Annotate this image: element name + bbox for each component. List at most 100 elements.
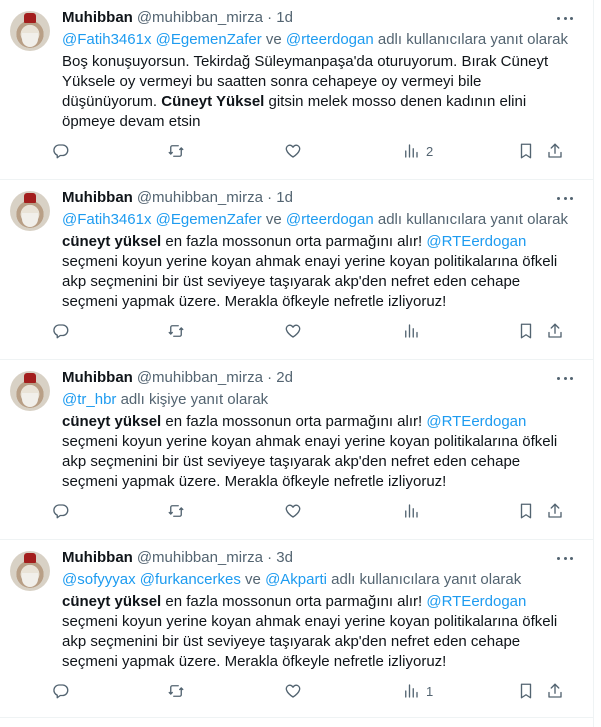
separator-dot: · <box>262 189 277 206</box>
tweet-time[interactable]: 2d <box>276 369 293 386</box>
tweet-time[interactable]: 1d <box>276 9 293 26</box>
retweet-button[interactable] <box>167 676 185 706</box>
author-name[interactable]: Muhibban <box>62 8 133 28</box>
avatar-beard <box>22 393 38 407</box>
reply-context: @Fatih3461x @EgemenZafer ve @rteerdogan … <box>62 30 581 50</box>
separator-dot: · <box>262 549 277 566</box>
share-button[interactable] <box>546 676 564 706</box>
tweet-header: Muhibban @muhibban_mirza · 1d <box>62 188 581 208</box>
author-name[interactable]: Muhibban <box>62 368 133 388</box>
text-segment: seçmeni yapmak üzere. Merakla öfkeyle ne… <box>62 293 447 310</box>
tweet-line: akp seçmenini bir üst seviyeye taşıyarak… <box>62 452 581 472</box>
avatar-beard <box>22 573 38 587</box>
views-button[interactable] <box>402 316 420 346</box>
avatar[interactable] <box>10 551 50 591</box>
views-button[interactable] <box>402 496 420 526</box>
text-mention[interactable]: @RTEerdogan <box>426 233 526 250</box>
reply-mention[interactable]: @Fatih3461x <box>62 211 151 228</box>
more-icon[interactable] <box>555 190 575 206</box>
retweet-button[interactable] <box>167 136 185 166</box>
reply-mention[interactable]: @EgemenZafer <box>156 211 262 228</box>
avatar[interactable] <box>10 191 50 231</box>
author-handle-text[interactable]: @muhibban_mirza <box>137 369 263 386</box>
bookmark-button[interactable] <box>517 316 535 346</box>
reply-button[interactable] <box>52 316 70 346</box>
more-icon[interactable] <box>555 550 575 566</box>
author-handle[interactable]: @muhibban_mirza · 1d <box>137 188 293 208</box>
author-name[interactable]: Muhibban <box>62 548 133 568</box>
tweet-line: Yüksele oy vermeyi bu saatten sonra ceha… <box>62 72 581 92</box>
reply-mention[interactable]: @sofyyyax <box>62 571 136 588</box>
reply-mention[interactable]: @rteerdogan <box>286 31 374 48</box>
reply-mention[interactable]: @Akparti <box>265 571 327 588</box>
bookmark-button[interactable] <box>517 136 535 166</box>
reply-mention[interactable]: @Fatih3461x <box>62 31 151 48</box>
heart-icon <box>285 324 301 338</box>
share-button[interactable] <box>546 496 564 526</box>
timeline: Muhibban @muhibban_mirza · 1d @Fatih3461x … <box>0 0 594 727</box>
heart-icon <box>285 684 301 698</box>
text-segment: en fazla mossonun orta parmağını alır! <box>161 593 427 610</box>
more-icon[interactable] <box>555 370 575 386</box>
tweet-card[interactable]: Muhibban @muhibban_mirza · 2d @tr_hbr adlı… <box>0 360 593 540</box>
more-icon[interactable] <box>555 10 575 26</box>
views-button[interactable]: 2 <box>402 136 433 166</box>
author-name[interactable]: Muhibban <box>62 188 133 208</box>
tweet-body: Muhibban @muhibban_mirza · 2d @tr_hbr adlı… <box>10 368 581 526</box>
tweet-line: düşünüyorum. Cüneyt Yüksel gitsin melek … <box>62 92 581 112</box>
views-icon <box>405 324 418 338</box>
tweet-card[interactable]: Muhibban @muhibban_mirza · 1d @Fatih3461x … <box>0 0 593 180</box>
author-handle[interactable]: @muhibban_mirza · 2d <box>137 368 293 388</box>
share-button[interactable] <box>546 316 564 346</box>
like-button[interactable] <box>284 316 302 346</box>
reply-button[interactable] <box>52 496 70 526</box>
like-button[interactable] <box>284 496 302 526</box>
reply-button[interactable] <box>52 676 70 706</box>
retweet-button[interactable] <box>167 316 185 346</box>
tweet-line: cüneyt yüksel en fazla mossonun orta par… <box>62 412 581 432</box>
text-mention[interactable]: @RTEerdogan <box>426 413 526 430</box>
tweet-time[interactable]: 3d <box>276 549 293 566</box>
reply-mention[interactable]: @tr_hbr <box>62 391 116 408</box>
tweet-line: akp seçmenini bir üst seviyeye taşıyarak… <box>62 632 581 652</box>
reply-mention[interactable]: @EgemenZafer <box>156 31 262 48</box>
views-button[interactable]: 1 <box>402 676 433 706</box>
bookmark-button[interactable] <box>517 496 535 526</box>
bookmark-icon <box>520 323 532 339</box>
share-icon <box>548 143 562 158</box>
tweet-line: seçmeni koyun yerine koyan ahmak enayi y… <box>62 612 581 632</box>
author-handle[interactable]: @muhibban_mirza · 3d <box>137 548 293 568</box>
share-icon <box>548 683 562 698</box>
tweet-actions <box>53 496 581 526</box>
text-segment: cüneyt yüksel <box>62 233 162 250</box>
like-button[interactable] <box>284 676 302 706</box>
avatar[interactable] <box>10 371 50 411</box>
text-segment: en fazla mossonun orta parmağını alır! <box>161 233 427 250</box>
retweet-button[interactable] <box>167 496 185 526</box>
author-handle-text[interactable]: @muhibban_mirza <box>137 549 263 566</box>
bookmark-button[interactable] <box>517 676 535 706</box>
reply-button[interactable] <box>52 136 70 166</box>
like-button[interactable] <box>284 136 302 166</box>
tweet-line: cüneyt yüksel en fazla mossonun orta par… <box>62 232 581 252</box>
author-handle[interactable]: @muhibban_mirza · 1d <box>137 8 293 28</box>
tweet-header: Muhibban @muhibban_mirza · 2d <box>62 368 581 388</box>
author-handle-text[interactable]: @muhibban_mirza <box>137 9 263 26</box>
reply-context: @tr_hbr adlı kişiye yanıt olarak <box>62 390 581 410</box>
avatar[interactable] <box>10 11 50 51</box>
tweet-card[interactable]: Muhibban @muhibban_mirza · 1d @Fatih3461x … <box>0 180 593 360</box>
avatar-fez <box>24 193 36 203</box>
tweet-card[interactable]: Muhibban @muhibban_mirza · 3d @sofyyyax @f… <box>0 540 593 718</box>
reply-context: @Fatih3461x @EgemenZafer ve @rteerdogan … <box>62 210 581 230</box>
reply-connector: ve <box>265 211 282 228</box>
share-button[interactable] <box>546 136 564 166</box>
reply-icon <box>53 324 69 339</box>
views-icon <box>405 504 418 518</box>
text-segment: akp seçmenini bir üst seviyeye taşıyarak… <box>62 273 521 290</box>
tweet-line: seçmeni yapmak üzere. Merakla öfkeyle ne… <box>62 652 581 672</box>
tweet-time[interactable]: 1d <box>276 189 293 206</box>
author-handle-text[interactable]: @muhibban_mirza <box>137 189 263 206</box>
reply-mention[interactable]: @rteerdogan <box>286 211 374 228</box>
text-mention[interactable]: @RTEerdogan <box>426 593 526 610</box>
reply-mention[interactable]: @furkancerkes <box>140 571 241 588</box>
